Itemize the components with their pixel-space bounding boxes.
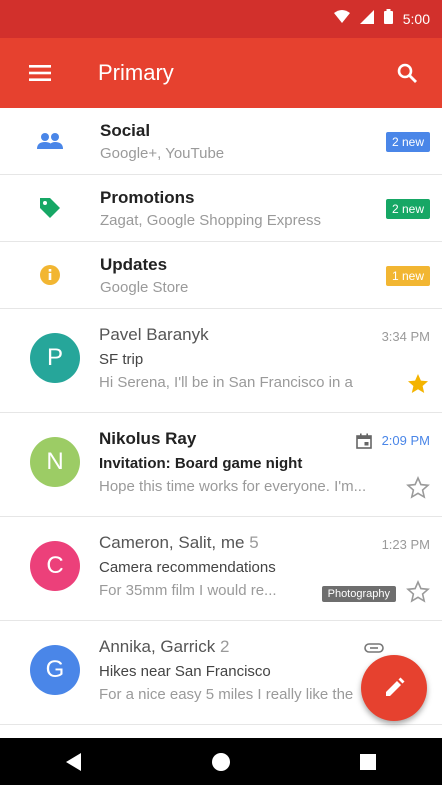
status-bar: 5:00 — [0, 0, 442, 38]
home-circle-icon — [211, 752, 230, 771]
inbox-list: Social Google+, YouTube 2 new Promotions… — [0, 108, 442, 725]
attachment-icon — [364, 643, 384, 653]
new-count-badge: 2 new — [385, 199, 430, 219]
sender-text: Nikolus Ray — [99, 429, 197, 448]
email-row[interactable]: P Pavel Baranyk SF trip Hi Serena, I'll … — [0, 309, 442, 413]
avatar: P — [30, 333, 80, 383]
sender-name: Pavel Baranyk — [99, 325, 430, 345]
sender-text: Cameron, Salit, me — [99, 533, 245, 552]
back-triangle-icon — [65, 752, 81, 771]
category-social[interactable]: Social Google+, YouTube 2 new — [0, 108, 442, 175]
category-updates[interactable]: Updates Google Store 1 new — [0, 242, 442, 309]
sender-text: Pavel Baranyk — [99, 325, 209, 344]
people-icon — [0, 132, 100, 150]
search-button[interactable] — [372, 38, 442, 108]
recents-square-icon — [360, 753, 377, 770]
star-filled-icon[interactable] — [406, 372, 430, 396]
compose-button[interactable] — [361, 655, 427, 721]
search-icon — [397, 63, 417, 83]
signal-icon — [359, 9, 374, 29]
thread-count: 2 — [219, 637, 230, 656]
avatar: C — [30, 541, 80, 591]
back-button[interactable] — [44, 738, 104, 785]
calendar-icon — [356, 433, 372, 449]
system-nav-bar — [0, 738, 442, 785]
home-button[interactable] — [191, 738, 251, 785]
avatar: G — [30, 645, 80, 695]
email-snippet: For a nice easy 5 miles I really like th… — [99, 686, 354, 703]
sender-text: Annika, Garrick — [99, 637, 216, 656]
email-row[interactable]: C Cameron, Salit, me 5 Camera recommenda… — [0, 517, 442, 621]
page-title: Primary — [98, 60, 174, 85]
email-snippet: Hope this time works for everyone. I'm..… — [99, 478, 367, 495]
hamburger-menu-icon — [29, 65, 51, 81]
email-subject: Camera recommendations — [99, 559, 276, 576]
category-promotions[interactable]: Promotions Zagat, Google Shopping Expres… — [0, 175, 442, 242]
app-bar: Primary — [0, 38, 442, 108]
pencil-icon — [386, 677, 405, 696]
email-time: 2:09 PM — [381, 433, 430, 448]
recents-button[interactable] — [338, 738, 398, 785]
avatar: N — [30, 437, 80, 487]
status-time: 5:00 — [402, 11, 430, 27]
menu-button[interactable] — [0, 38, 80, 108]
email-subject: SF trip — [99, 351, 144, 368]
thread-count: 5 — [249, 533, 259, 552]
gmail-inbox-screen: 5:00 Primary Social Google+, YouTube 2 n… — [0, 0, 442, 785]
battery-icon — [383, 9, 393, 29]
tag-icon — [0, 196, 100, 220]
new-count-badge: 1 new — [385, 266, 430, 286]
email-snippet: For 35mm film I would re... — [99, 582, 277, 599]
email-snippet: Hi Serena, I'll be in San Francisco in a — [99, 374, 353, 391]
star-outline-icon[interactable] — [406, 476, 430, 500]
new-count-badge: 2 new — [385, 132, 430, 152]
email-time: 3:34 PM — [381, 329, 430, 344]
sender-name: Nikolus Ray — [99, 429, 430, 449]
info-icon — [0, 264, 100, 286]
email-row[interactable]: N Nikolus Ray Invitation: Board game nig… — [0, 413, 442, 517]
email-subject: Invitation: Board game night — [99, 455, 303, 472]
label-chip: Photography — [321, 586, 396, 602]
star-outline-icon[interactable] — [406, 580, 430, 604]
sender-name: Cameron, Salit, me 5 — [99, 533, 430, 553]
wifi-icon — [333, 9, 350, 29]
email-time: 1:23 PM — [381, 537, 430, 552]
